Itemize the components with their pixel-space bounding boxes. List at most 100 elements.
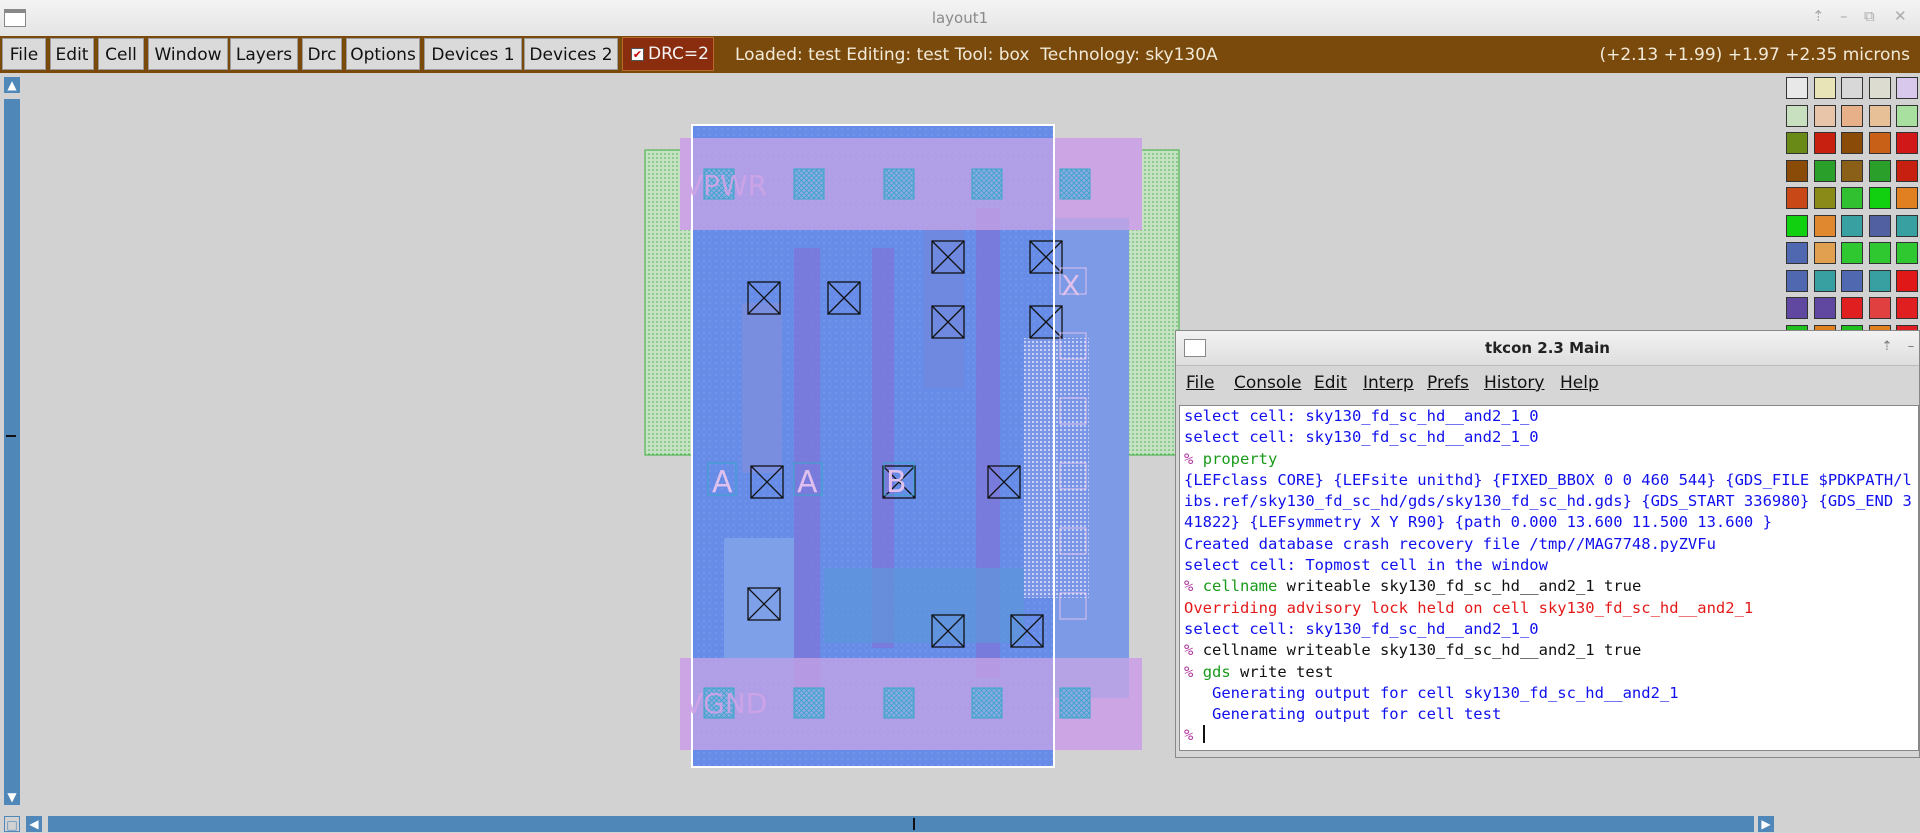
console-text: select cell: Topmost cell in the window: [1184, 556, 1548, 575]
layer-swatch[interactable]: [1868, 77, 1891, 99]
console-text: select cell: sky130_fd_sc_hd__and2_1_0: [1184, 428, 1539, 447]
text-cursor: [1202, 725, 1205, 744]
layer-swatch[interactable]: [1841, 159, 1863, 182]
vertical-scroll-position: [6, 435, 16, 437]
layer-swatch[interactable]: [1896, 242, 1918, 264]
layer-swatch[interactable]: [1896, 214, 1918, 237]
scroll-up-icon[interactable]: ▲: [4, 77, 20, 93]
layer-swatch[interactable]: [1813, 132, 1836, 154]
layer-swatch[interactable]: [1841, 269, 1863, 292]
label-a-1: A: [712, 465, 733, 500]
menu-drc[interactable]: Drc: [302, 38, 342, 70]
close-icon[interactable]: ✕: [1894, 7, 1907, 25]
layer-swatch[interactable]: [1786, 77, 1808, 99]
tkcon-menu-prefs[interactable]: Prefs: [1427, 373, 1469, 393]
menu-options[interactable]: Options: [346, 38, 420, 70]
layer-swatch[interactable]: [1841, 242, 1863, 264]
tkcon-shade-icon[interactable]: ⇡: [1876, 337, 1898, 357]
drc-toggle[interactable]: ✔ DRC=2: [622, 37, 714, 71]
layer-swatch[interactable]: [1896, 104, 1918, 127]
layer-swatch[interactable]: [1841, 214, 1863, 237]
layer-swatch[interactable]: [1868, 269, 1891, 292]
layer-swatch[interactable]: [1786, 242, 1808, 264]
layer-palette[interactable]: [1780, 73, 1920, 347]
tkcon-window[interactable]: tkcon 2.3 Main ⇡ – File Console Edit Int…: [1175, 330, 1920, 758]
menu-edit[interactable]: Edit: [50, 38, 94, 70]
layer-swatch[interactable]: [1868, 159, 1891, 182]
tkcon-console[interactable]: select cell: sky130_fd_sc_hd__and2_1_0se…: [1179, 405, 1919, 751]
zoom-box-icon[interactable]: □: [4, 816, 20, 832]
tkcon-menu-interp[interactable]: Interp: [1363, 373, 1414, 393]
layer-swatch[interactable]: [1896, 132, 1918, 154]
layer-swatch[interactable]: [1841, 297, 1863, 319]
horizontal-scroll-trough[interactable]: [48, 816, 1754, 832]
layer-swatch[interactable]: [1896, 297, 1918, 319]
layer-swatch[interactable]: [1868, 297, 1891, 319]
layer-swatch[interactable]: [1786, 214, 1808, 237]
maximize-icon[interactable]: ⧉: [1864, 7, 1875, 25]
console-input-line[interactable]: %: [1180, 725, 1918, 746]
tkcon-menu-edit-label: Edit: [1314, 373, 1347, 393]
layer-swatch[interactable]: [1786, 159, 1808, 182]
layer-swatch[interactable]: [1813, 269, 1836, 292]
menu-file[interactable]: File: [2, 38, 46, 70]
horizontal-scroll-position: [913, 818, 915, 830]
menu-devices-1[interactable]: Devices 1: [424, 38, 522, 70]
layer-swatch[interactable]: [1896, 77, 1918, 99]
tkcon-minimize-icon[interactable]: –: [1900, 337, 1920, 357]
layer-swatch[interactable]: [1813, 104, 1836, 127]
scroll-down-icon[interactable]: ▼: [4, 789, 20, 805]
layer-swatch[interactable]: [1868, 132, 1891, 154]
vertical-scrollbar[interactable]: ▲ ▼: [0, 73, 24, 815]
layer-swatch[interactable]: [1868, 104, 1891, 127]
console-line: select cell: Topmost cell in the window: [1180, 555, 1918, 576]
layer-swatch[interactable]: [1841, 77, 1863, 99]
layer-swatch[interactable]: [1786, 297, 1808, 319]
layer-swatch[interactable]: [1841, 132, 1863, 154]
menu-cell[interactable]: Cell: [98, 38, 144, 70]
layer-swatch[interactable]: [1896, 269, 1918, 292]
horizontal-scrollbar[interactable]: □ ◀ ▶: [0, 815, 1780, 833]
label-a-2: A: [797, 465, 818, 500]
layer-swatch[interactable]: [1868, 187, 1891, 209]
layer-swatch[interactable]: [1813, 159, 1836, 182]
menu-devices-2[interactable]: Devices 2: [524, 38, 618, 70]
tkcon-menu-console-label: Console: [1234, 373, 1302, 393]
drc-checkbox-icon[interactable]: ✔: [631, 48, 644, 61]
scroll-right-icon[interactable]: ▶: [1758, 816, 1774, 832]
console-prompt: %: [1184, 662, 1194, 681]
layer-swatch[interactable]: [1868, 214, 1891, 237]
layer-swatch[interactable]: [1786, 132, 1808, 154]
console-text: Generating output for cell sky130_fd_sc_…: [1184, 683, 1679, 702]
tkcon-menu-console[interactable]: Console: [1234, 373, 1302, 393]
layer-swatch[interactable]: [1813, 242, 1836, 264]
menu-layers[interactable]: Layers: [230, 38, 298, 70]
menu-window[interactable]: Window: [148, 38, 228, 70]
layer-swatch[interactable]: [1786, 187, 1808, 209]
layer-swatch[interactable]: [1896, 159, 1918, 182]
layer-swatch[interactable]: [1813, 77, 1836, 99]
tkcon-menu-file[interactable]: File: [1186, 373, 1214, 393]
minimize-icon[interactable]: –: [1840, 7, 1848, 25]
console-text: 41822} {LEFsymmetry X Y R90} {path 0.000…: [1184, 513, 1772, 532]
layer-swatch[interactable]: [1813, 187, 1836, 209]
label-b: B: [886, 465, 907, 500]
layer-swatch[interactable]: [1813, 297, 1836, 319]
layer-swatch[interactable]: [1896, 187, 1918, 209]
layer-swatch[interactable]: [1786, 104, 1808, 127]
tkcon-menu-interp-label: Interp: [1363, 373, 1414, 393]
layer-swatch[interactable]: [1813, 214, 1836, 237]
tkcon-menu-help[interactable]: Help: [1560, 373, 1599, 393]
scroll-left-icon[interactable]: ◀: [26, 816, 42, 832]
shade-icon[interactable]: ⇡: [1812, 7, 1825, 25]
console-text: select cell: sky130_fd_sc_hd__and2_1_0: [1184, 619, 1539, 638]
tkcon-menu-history[interactable]: History: [1484, 373, 1544, 393]
console-text: select cell: sky130_fd_sc_hd__and2_1_0: [1184, 407, 1539, 425]
layer-swatch[interactable]: [1841, 187, 1863, 209]
vertical-scroll-trough[interactable]: [4, 99, 20, 789]
layer-swatch[interactable]: [1841, 104, 1863, 127]
layer-swatch[interactable]: [1786, 269, 1808, 292]
tkcon-menu-edit[interactable]: Edit: [1314, 373, 1347, 393]
layer-swatch[interactable]: [1868, 242, 1891, 264]
console-arguments: writeable sky130_fd_sc_hd__and2_1 true: [1277, 641, 1642, 660]
